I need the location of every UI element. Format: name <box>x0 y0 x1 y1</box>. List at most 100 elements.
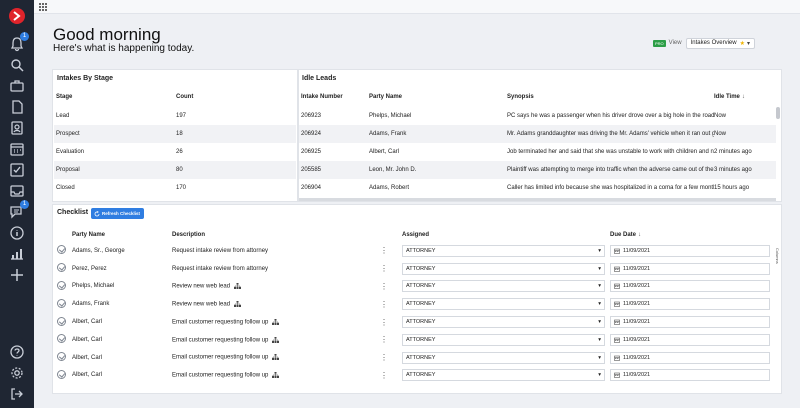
assigned-select[interactable]: ATTORNEY ▾ <box>402 333 605 346</box>
idle-leads-horizontal-scrollbar[interactable] <box>299 198 776 201</box>
assigned-select[interactable]: ATTORNEY ▾ <box>402 262 605 275</box>
party-name[interactable]: Adams, Robert <box>369 179 507 197</box>
complete-checkbox[interactable] <box>57 280 66 290</box>
table-row[interactable]: 206904 Adams, Robert Caller has limited in… <box>299 179 776 197</box>
org-chart-icon[interactable] <box>234 283 242 290</box>
idle-leads-vertical-scrollbar[interactable] <box>776 107 780 119</box>
assigned-select[interactable]: ATTORNEY ▾ <box>402 244 605 257</box>
more-options-icon[interactable]: ⋮ <box>380 335 388 344</box>
document-icon[interactable] <box>9 99 25 115</box>
org-chart-icon[interactable] <box>272 318 280 325</box>
table-row[interactable]: Closed 170 <box>54 179 296 197</box>
column-header-party-name[interactable]: Party Name <box>369 87 507 107</box>
more-options-icon[interactable]: ⋮ <box>380 300 388 309</box>
briefcase-icon[interactable] <box>9 78 25 94</box>
table-row[interactable]: 206924 Adams, Frank Mr. Adams granddaughte… <box>299 125 776 143</box>
table-row[interactable]: 206923 Phelps, Michael PC says he was a pa… <box>299 107 776 125</box>
party-name[interactable]: Leon, Mr. John D. <box>369 161 507 179</box>
org-chart-icon[interactable] <box>234 301 242 307</box>
more-options-icon[interactable]: ⋮ <box>380 353 388 362</box>
calendar-icon[interactable] <box>614 355 620 361</box>
search-icon[interactable] <box>9 57 25 73</box>
settings-icon[interactable] <box>9 365 25 381</box>
calendar-icon[interactable] <box>614 372 620 379</box>
messages-icon[interactable]: 1 <box>9 200 29 220</box>
inbox-icon[interactable] <box>9 183 25 199</box>
complete-checkbox[interactable] <box>57 298 66 308</box>
party-name[interactable]: Albert, Carl <box>369 143 507 161</box>
calendar-icon[interactable] <box>614 248 620 254</box>
due-date-input[interactable]: 11/09/2021 <box>610 244 770 257</box>
table-row[interactable]: Proposal 80 <box>54 161 296 179</box>
party-name[interactable]: Phelps, Michael <box>369 107 507 125</box>
refresh-checklist-button[interactable]: Refresh Checklist <box>91 208 144 219</box>
more-options-icon[interactable]: ⋮ <box>380 264 388 273</box>
complete-checkbox[interactable] <box>57 352 66 362</box>
column-header-checklist-party[interactable]: Party Name <box>72 228 172 242</box>
calendar-icon[interactable] <box>614 319 620 325</box>
complete-checkbox[interactable] <box>57 369 66 379</box>
assigned-select[interactable]: ATTORNEY ▾ <box>402 298 605 311</box>
party-name[interactable]: Adams, Frank <box>369 125 507 143</box>
column-header-synopsis[interactable]: Synopsis <box>507 87 714 107</box>
due-date-input[interactable]: 11/09/2021 <box>610 316 770 329</box>
info-icon[interactable] <box>9 225 25 241</box>
more-options-icon[interactable]: ⋮ <box>380 371 388 380</box>
table-row[interactable]: 206925 Albert, Carl Job terminated her and… <box>299 143 776 161</box>
complete-checkbox[interactable] <box>57 316 66 326</box>
org-chart-icon[interactable] <box>272 354 280 361</box>
table-row[interactable]: Lead 197 <box>54 107 296 125</box>
complete-checkbox[interactable] <box>57 334 66 344</box>
app-logo[interactable] <box>9 8 25 24</box>
columns-side-tab[interactable]: Columns <box>775 248 780 264</box>
add-icon[interactable] <box>9 267 25 283</box>
logout-icon[interactable] <box>9 386 25 402</box>
due-date-input[interactable]: 11/09/2021 <box>610 333 770 346</box>
more-options-icon[interactable]: ⋮ <box>380 246 388 255</box>
calendar-icon[interactable] <box>614 266 620 272</box>
assigned-select[interactable]: ATTORNEY ▾ <box>402 280 605 293</box>
favorite-star-icon[interactable]: ★ <box>740 40 745 47</box>
org-chart-icon[interactable] <box>272 336 280 343</box>
column-header-description[interactable]: Description <box>172 228 380 242</box>
due-date-input[interactable]: 11/09/2021 <box>610 262 770 275</box>
calendar-icon[interactable] <box>614 301 620 308</box>
intake-number[interactable]: 206923 <box>299 107 369 125</box>
table-row[interactable]: Prospect 18 <box>54 125 296 143</box>
complete-checkbox[interactable] <box>57 245 66 255</box>
intake-number[interactable]: 205585 <box>299 161 369 179</box>
calendar-icon[interactable] <box>9 141 25 157</box>
reports-icon[interactable] <box>9 246 25 262</box>
calendar-icon[interactable] <box>614 283 620 290</box>
assigned-select[interactable]: ATTORNEY ▾ <box>402 351 605 364</box>
column-header-stage[interactable]: Stage <box>54 87 176 107</box>
view-select[interactable]: Intakes Overview ★ ▾ <box>685 37 756 49</box>
contact-icon[interactable] <box>9 120 25 136</box>
apps-grid-icon[interactable] <box>39 3 47 11</box>
more-options-icon[interactable]: ⋮ <box>380 318 388 327</box>
task-icon[interactable] <box>9 162 25 178</box>
due-date-input[interactable]: 11/09/2021 <box>610 298 770 311</box>
intake-number[interactable]: 206924 <box>299 125 369 143</box>
column-header-due-date[interactable]: Due Date ↓ <box>610 228 772 242</box>
table-row[interactable]: Evaluation 26 <box>54 143 296 161</box>
complete-checkbox[interactable] <box>57 263 66 273</box>
chevron-down-icon: ▾ <box>747 40 751 47</box>
org-chart-icon[interactable] <box>272 372 280 379</box>
bell-icon[interactable]: 1 <box>9 32 29 52</box>
column-header-count[interactable]: Count <box>176 87 296 107</box>
column-header-assigned[interactable]: Assigned <box>402 228 610 242</box>
calendar-icon[interactable] <box>614 337 620 343</box>
due-date-input[interactable]: 11/09/2021 <box>610 280 770 293</box>
due-date-input[interactable]: 11/09/2021 <box>610 369 770 382</box>
assigned-select[interactable]: ATTORNEY ▾ <box>402 316 605 329</box>
column-header-idle-time[interactable]: Idle Time ↓ <box>714 87 776 107</box>
intake-number[interactable]: 206904 <box>299 179 369 197</box>
due-date-input[interactable]: 11/09/2021 <box>610 351 770 364</box>
help-icon[interactable] <box>9 344 25 360</box>
assigned-select[interactable]: ATTORNEY ▾ <box>402 369 605 382</box>
column-header-intake-number[interactable]: Intake Number <box>299 87 369 107</box>
intake-number[interactable]: 206925 <box>299 143 369 161</box>
more-options-icon[interactable]: ⋮ <box>380 282 388 291</box>
table-row[interactable]: 205585 Leon, Mr. John D. Plaintiff was att… <box>299 161 776 179</box>
